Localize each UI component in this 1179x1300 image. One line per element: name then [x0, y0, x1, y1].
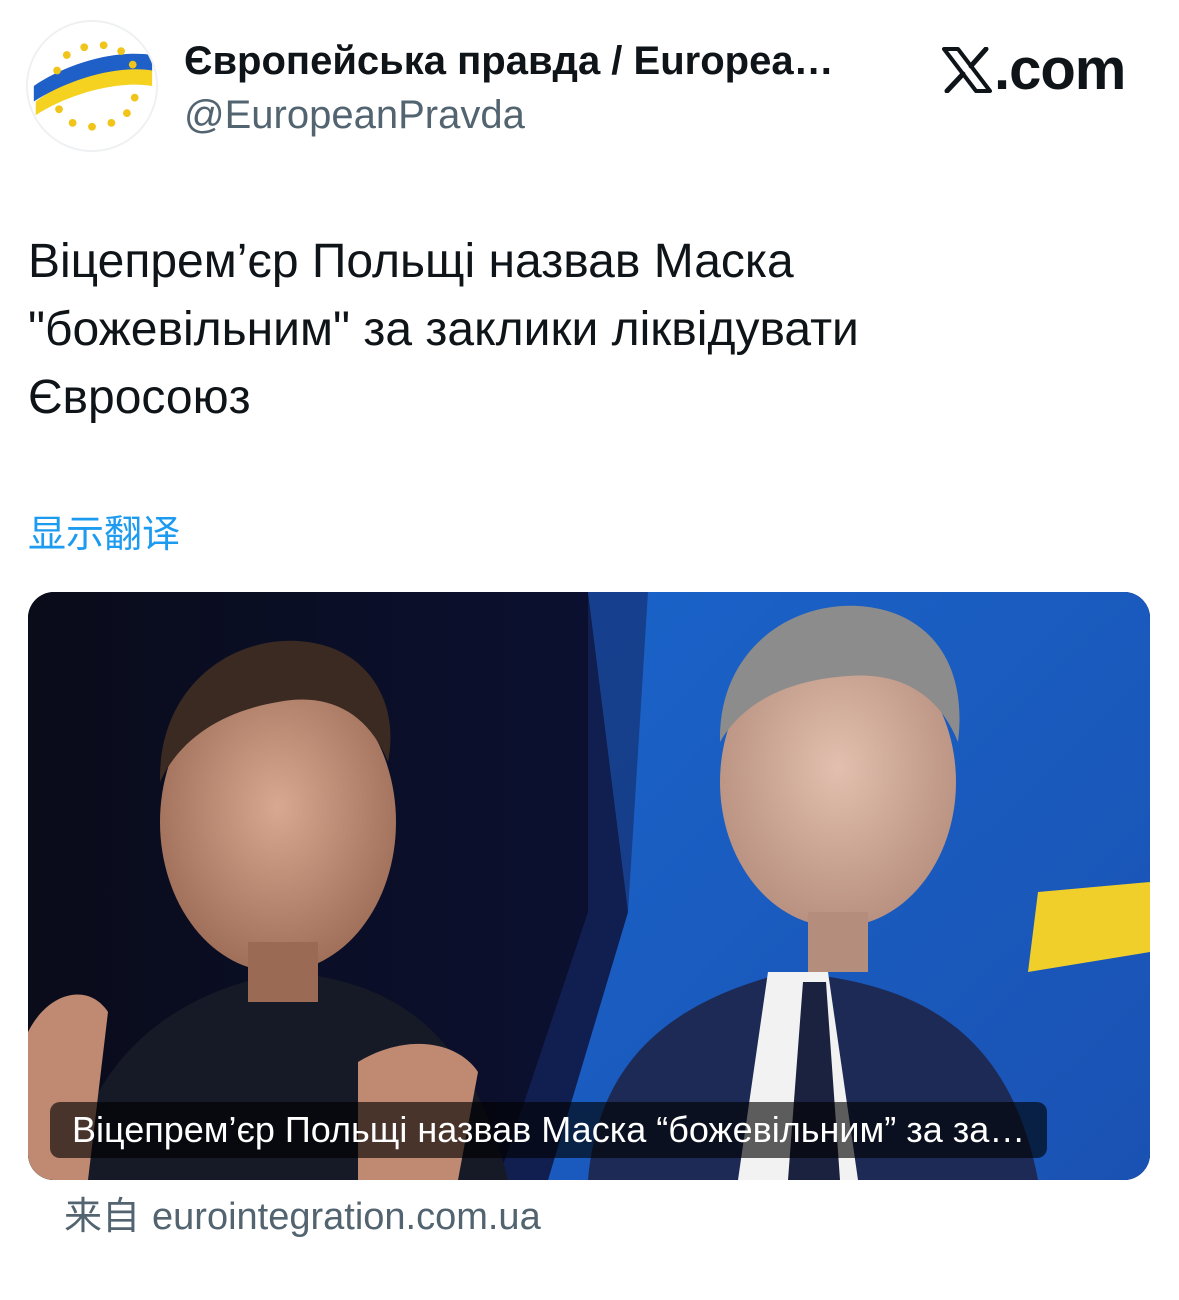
author-handle[interactable]: @EuropeanPravda — [184, 90, 525, 140]
x-logo-icon — [942, 47, 992, 93]
european-pravda-logo-icon — [28, 22, 156, 150]
card-source-link[interactable]: 来自 eurointegration.com.ua — [64, 1192, 541, 1242]
tweet-card: Європейська правда / Europea… @EuropeanP… — [0, 0, 1179, 1300]
tweet-text-line: Віцепрем’єр Польщі назвав Маска — [28, 235, 794, 288]
author-avatar[interactable] — [26, 20, 158, 152]
card-photo — [28, 592, 1150, 1180]
brand-domain-text: .com — [994, 37, 1126, 102]
tweet-text: Віцепрем’єр Польщі назвав Маска "божевіл… — [28, 228, 1148, 432]
card-caption: Віцепрем’єр Польщі назвав Маска “божевіл… — [50, 1102, 1048, 1158]
show-translation-link[interactable]: 显示翻译 — [28, 510, 180, 560]
author-name[interactable]: Європейська правда / Europea… — [184, 36, 904, 86]
tweet-text-line: Євросоюз — [28, 371, 251, 424]
x-com-brand: .com — [942, 37, 1126, 102]
link-preview-card[interactable]: Віцепрем’єр Польщі назвав Маска “божевіл… — [28, 592, 1150, 1180]
tweet-text-line: "божевільним" за заклики ліквідувати — [28, 303, 859, 356]
source-prefix: 来自 — [64, 1196, 141, 1238]
source-domain: eurointegration.com.ua — [152, 1196, 541, 1238]
